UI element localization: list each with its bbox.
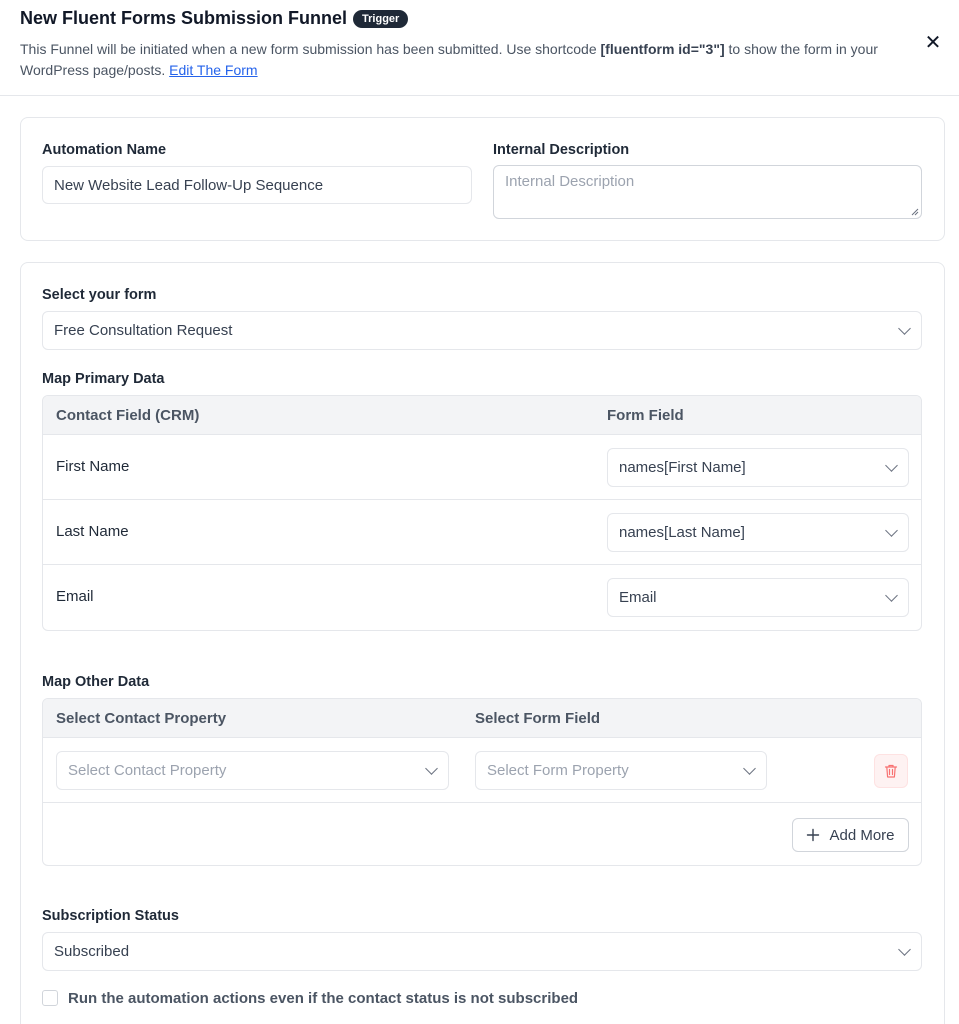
run-anyway-checkbox[interactable]: [42, 990, 58, 1006]
form-field-select[interactable]: names[Last Name]: [607, 513, 909, 552]
internal-description-label: Internal Description: [493, 142, 630, 158]
chevron-down-icon: [898, 321, 911, 335]
trash-icon: [884, 764, 898, 778]
delete-row-button[interactable]: [874, 754, 908, 788]
other-table-header: Select Contact Property Select Form Fiel…: [43, 699, 921, 738]
modal-title: New Fluent Forms Submission Funnel: [20, 8, 348, 28]
subscription-status-value: Subscribed: [54, 943, 130, 960]
map-other-label: Map Other Data: [42, 674, 150, 690]
form-field-value: Email: [619, 589, 657, 606]
primary-table-header: Contact Field (CRM) Form Field: [43, 396, 921, 435]
chevron-down-icon: [885, 458, 898, 472]
run-anyway-label[interactable]: Run the automation actions even if the c…: [68, 990, 578, 1007]
form-mapping-card: Select your form Free Consultation Reque…: [20, 262, 945, 1024]
settings-card: Automation Name New Website Lead Follow-…: [20, 117, 945, 241]
description-text-1: This Funnel will be initiated when a new…: [20, 41, 601, 57]
internal-description-textarea[interactable]: Internal Description: [493, 165, 922, 219]
form-property-placeholder: Select Form Property: [487, 762, 629, 779]
resize-handle-icon[interactable]: [911, 208, 919, 216]
form-select-value: Free Consultation Request: [54, 322, 233, 339]
modal-header: New Fluent Forms Submission Funnel Trigg…: [0, 0, 959, 96]
automation-name-label: Automation Name: [42, 142, 167, 158]
contact-property-header: Select Contact Property: [56, 710, 227, 727]
table-row: Last Name names[Last Name]: [43, 500, 921, 565]
form-field-value: names[Last Name]: [619, 524, 745, 541]
chevron-down-icon: [885, 588, 898, 602]
chevron-down-icon: [425, 761, 438, 775]
automation-name-input[interactable]: New Website Lead Follow-Up Sequence: [42, 166, 472, 204]
funnel-description: This Funnel will be initiated when a new…: [20, 39, 900, 81]
table-row: Email Email: [43, 565, 921, 630]
contact-field-first-name: First Name: [56, 458, 130, 475]
shortcode-text: [fluentform id="3"]: [600, 41, 725, 57]
subscription-status-select[interactable]: Subscribed: [42, 932, 922, 971]
form-field-header: Select Form Field: [475, 710, 601, 727]
chevron-down-icon: [898, 942, 911, 956]
edit-form-link[interactable]: Edit The Form: [169, 62, 257, 78]
form-field-select[interactable]: names[First Name]: [607, 448, 909, 487]
form-field-header: Form Field: [607, 407, 684, 424]
primary-data-table: Contact Field (CRM) Form Field First Nam…: [42, 395, 922, 631]
contact-field-last-name: Last Name: [56, 523, 129, 540]
contact-field-email: Email: [56, 588, 94, 605]
internal-description-placeholder: Internal Description: [505, 173, 635, 190]
form-select[interactable]: Free Consultation Request: [42, 311, 922, 350]
form-property-select[interactable]: Select Form Property: [475, 751, 767, 790]
other-data-row: Select Contact Property Select Form Prop…: [43, 738, 921, 803]
form-field-value: names[First Name]: [619, 459, 746, 476]
contact-property-select[interactable]: Select Contact Property: [56, 751, 449, 790]
form-field-select[interactable]: Email: [607, 578, 909, 617]
add-more-button[interactable]: Add More: [792, 818, 909, 852]
plus-icon: [807, 828, 820, 842]
map-primary-label: Map Primary Data: [42, 371, 165, 387]
close-icon[interactable]: ✕: [924, 33, 942, 53]
contact-property-placeholder: Select Contact Property: [68, 762, 227, 779]
chevron-down-icon: [885, 523, 898, 537]
title-row: New Fluent Forms Submission Funnel Trigg…: [20, 8, 409, 29]
table-row: First Name names[First Name]: [43, 435, 921, 500]
contact-field-header: Contact Field (CRM): [56, 407, 200, 424]
add-more-label: Add More: [829, 826, 895, 844]
select-form-label: Select your form: [42, 287, 157, 303]
other-data-table: Select Contact Property Select Form Fiel…: [42, 698, 922, 866]
subscription-status-label: Subscription Status: [42, 908, 179, 924]
chevron-down-icon: [743, 761, 756, 775]
trigger-badge: Trigger: [353, 9, 409, 28]
